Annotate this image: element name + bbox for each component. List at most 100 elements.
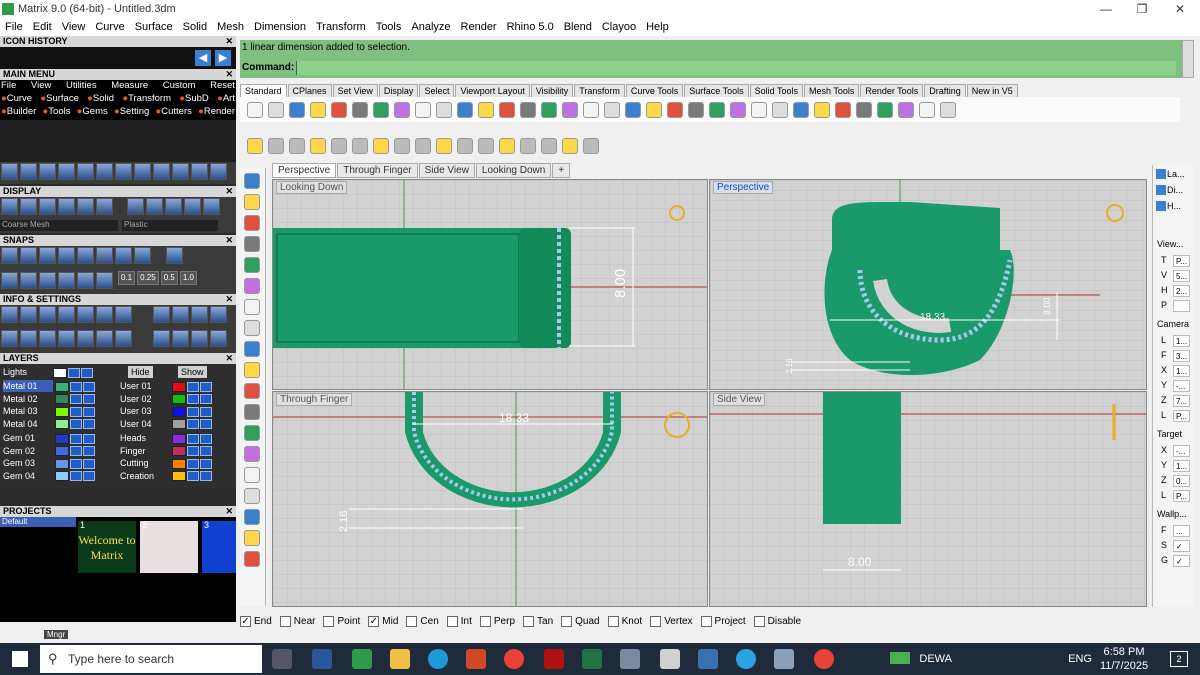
excel-icon[interactable]	[582, 649, 602, 669]
menu-item-curve[interactable]: Curve	[90, 21, 129, 33]
panel-field-value[interactable]: ✓	[1173, 555, 1190, 567]
close-icon[interactable]: ✕	[225, 186, 233, 197]
snap-icon[interactable]	[1, 272, 18, 289]
draw-tool-icon[interactable]	[244, 467, 260, 483]
menu-item-rhino-5-0[interactable]: Rhino 5.0	[502, 21, 559, 33]
toolbar-tool-icon[interactable]	[855, 101, 872, 118]
checkbox[interactable]: ✓	[368, 615, 380, 627]
menu-item-clayoo[interactable]: Clayoo	[597, 21, 641, 33]
settings-icon[interactable]	[210, 330, 227, 347]
app-icon[interactable]	[774, 649, 794, 669]
main-menu-item[interactable]: ●Cutters	[156, 106, 192, 117]
main-menu-item[interactable]: ●Render	[198, 106, 235, 117]
toolbar-tool-icon[interactable]	[309, 101, 326, 118]
tool-icon[interactable]	[134, 163, 151, 180]
viewport-tab-through-finger[interactable]: Through Finger	[337, 163, 418, 178]
toolbar-tool-icon[interactable]	[771, 101, 788, 118]
toolbar-tool-icon[interactable]	[897, 101, 914, 118]
settings-icon[interactable]	[96, 306, 113, 323]
tab-surface-tools[interactable]: Surface Tools	[684, 84, 749, 97]
layer-row[interactable]: Creation	[120, 470, 228, 482]
tool-icon[interactable]	[58, 163, 75, 180]
settings-icon[interactable]	[20, 306, 37, 323]
show-button[interactable]: Show	[178, 366, 207, 378]
light-tool-icon[interactable]	[435, 137, 452, 154]
panel-field-value[interactable]: ...	[1173, 525, 1190, 537]
right-panel-tab[interactable]: Di...	[1167, 185, 1183, 195]
viewport-looking-down[interactable]: 8.00 Looking Down	[272, 179, 708, 390]
settings-icon[interactable]	[20, 330, 37, 347]
layer-color-swatch[interactable]	[172, 381, 186, 392]
layer-visible-icon[interactable]	[83, 471, 95, 482]
layer-visible-icon[interactable]	[200, 471, 212, 482]
draw-tool-icon[interactable]	[244, 341, 260, 357]
osnap-perp[interactable]: Perp	[479, 615, 515, 627]
taskbar-search[interactable]: ⚲ Type here to search	[40, 645, 262, 673]
draw-tool-icon[interactable]	[244, 425, 260, 441]
draw-tool-icon[interactable]	[244, 551, 260, 567]
app-icon[interactable]	[660, 649, 680, 669]
snap-icon[interactable]	[39, 272, 56, 289]
draw-tool-icon[interactable]	[244, 446, 260, 462]
viewport-through-finger[interactable]: 18.33 2.16 Through Finger	[272, 391, 708, 607]
draw-tool-icon[interactable]	[244, 488, 260, 504]
snap-value[interactable]: 0.1	[118, 271, 136, 285]
viewport-label[interactable]: Perspective	[713, 181, 774, 194]
main-menu-item[interactable]: Reset	[210, 80, 235, 91]
menu-item-solid[interactable]: Solid	[178, 21, 212, 33]
toolbar-tool-icon[interactable]	[792, 101, 809, 118]
layer-color-swatch[interactable]	[172, 446, 186, 457]
main-menu-item[interactable]: Custom	[163, 80, 196, 91]
panel-field-value[interactable]: P...	[1173, 255, 1190, 267]
tab-set-view[interactable]: Set View	[332, 84, 378, 97]
toolbar-tool-icon[interactable]	[477, 101, 494, 118]
toolbar-tool-icon[interactable]	[834, 101, 851, 118]
snap-icon[interactable]	[20, 272, 37, 289]
toolbar-tool-icon[interactable]	[393, 101, 410, 118]
matrix-icon[interactable]	[352, 649, 372, 669]
toolbar-tool-icon[interactable]	[372, 101, 389, 118]
panel-field-value[interactable]: 7...	[1173, 395, 1190, 407]
chrome-icon[interactable]	[814, 649, 834, 669]
tool-icon[interactable]	[1, 163, 18, 180]
layer-visible-icon[interactable]	[200, 394, 212, 405]
osnap-point[interactable]: Point	[323, 615, 360, 627]
checkbox[interactable]	[479, 615, 491, 627]
draw-tool-icon[interactable]	[244, 215, 260, 231]
settings-icon[interactable]	[115, 330, 132, 347]
telegram-icon[interactable]	[736, 649, 756, 669]
settings-icon[interactable]	[172, 306, 189, 323]
toolbar-tool-icon[interactable]	[267, 101, 284, 118]
edge-icon[interactable]	[428, 649, 448, 669]
osnap-project[interactable]: Project	[700, 615, 746, 627]
draw-tool-icon[interactable]	[244, 257, 260, 273]
tab-render-tools[interactable]: Render Tools	[860, 84, 924, 97]
project-thumb-1[interactable]: Welcome to Matrix	[78, 521, 136, 573]
tab-new-in-v5[interactable]: New in V5	[966, 84, 1018, 97]
panel-field-value[interactable]: 5...	[1173, 270, 1190, 282]
menu-item-view[interactable]: View	[57, 21, 91, 33]
viewport-label[interactable]: Looking Down	[276, 181, 348, 194]
layer-color-swatch[interactable]	[172, 471, 186, 482]
layer-row[interactable]: Gem 03	[3, 457, 111, 469]
draw-tool-icon[interactable]	[244, 194, 260, 210]
viewport-label[interactable]: Side View	[713, 393, 766, 406]
toolbar-tool-icon[interactable]	[288, 101, 305, 118]
right-panel-tab[interactable]: La...	[1167, 169, 1185, 179]
tab-select[interactable]: Select	[419, 84, 455, 97]
toolbar-tool-icon[interactable]	[708, 101, 725, 118]
project-default[interactable]: Default	[0, 517, 76, 527]
panel-field-value[interactable]: 1...	[1173, 335, 1190, 347]
main-menu-item[interactable]: View	[31, 80, 51, 91]
toolbar-tool-icon[interactable]	[519, 101, 536, 118]
checkbox[interactable]	[753, 615, 765, 627]
tab-cplanes[interactable]: CPlanes	[287, 84, 332, 97]
layer-row[interactable]: Gem 01	[3, 432, 111, 444]
layer-row[interactable]: Metal 03	[3, 405, 111, 417]
clock-date[interactable]: 11/7/2025	[1096, 660, 1152, 672]
word-icon[interactable]	[312, 649, 332, 669]
draw-tool-icon[interactable]	[244, 173, 260, 189]
close-icon[interactable]: ✕	[225, 353, 233, 364]
menu-item-mesh[interactable]: Mesh	[212, 21, 249, 33]
layer-row[interactable]: Metal 04	[3, 418, 111, 430]
